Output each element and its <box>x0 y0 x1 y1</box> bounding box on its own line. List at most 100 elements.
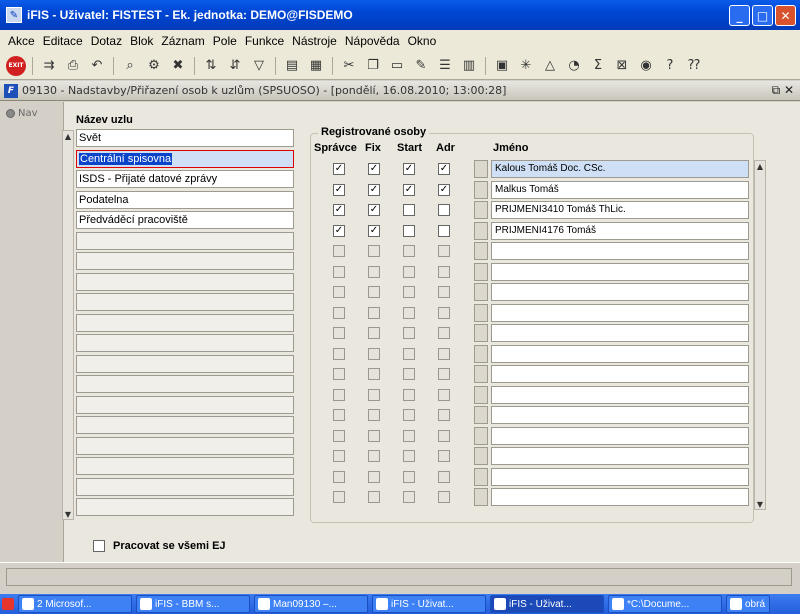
adr-checkbox[interactable] <box>438 450 450 462</box>
node-row[interactable] <box>76 457 294 475</box>
spravce-checkbox[interactable] <box>333 388 345 401</box>
node-row[interactable] <box>76 395 294 414</box>
node-row[interactable] <box>76 293 294 311</box>
menu-zaznam[interactable]: Záznam <box>157 34 208 48</box>
excel-icon[interactable]: ⊠ <box>612 56 632 76</box>
all-units-checkbox[interactable] <box>93 540 105 552</box>
settings-icon[interactable]: ✳ <box>516 56 536 76</box>
nodes-scrollbar[interactable]: ▲ ▼ <box>62 130 74 520</box>
row-selector[interactable] <box>474 488 488 506</box>
person-name-field[interactable]: Malkus Tomáš <box>491 180 749 199</box>
help-icon[interactable]: ? <box>660 56 680 76</box>
spravce-checkbox[interactable] <box>333 327 345 339</box>
start-checkbox[interactable] <box>403 204 415 216</box>
warning-icon[interactable]: △ <box>540 56 560 76</box>
scroll-down-icon[interactable]: ▼ <box>755 499 765 509</box>
person-name-field[interactable] <box>491 467 749 486</box>
person-name-field[interactable] <box>491 344 749 363</box>
print-icon[interactable]: ⎙ <box>63 56 83 76</box>
menu-editace[interactable]: Editace <box>39 34 87 48</box>
person-name-field[interactable] <box>491 488 749 506</box>
row-selector[interactable] <box>474 324 488 342</box>
fix-checkbox[interactable] <box>368 265 380 278</box>
fix-checkbox[interactable] <box>368 245 380 257</box>
person-name-field[interactable] <box>491 303 749 322</box>
spravce-checkbox[interactable] <box>333 347 345 360</box>
sum-icon[interactable]: Σ <box>588 56 608 76</box>
adr-checkbox[interactable]: ✓ <box>438 183 450 196</box>
fix-checkbox[interactable] <box>368 347 380 360</box>
node-row[interactable]: Podatelna <box>76 190 294 209</box>
taskbar-item[interactable]: iFIS - Uživat... <box>490 595 604 613</box>
start-checkbox[interactable] <box>403 327 415 339</box>
taskbar-item[interactable]: iFIS - BBM s... <box>136 595 250 613</box>
row-selector[interactable] <box>474 221 488 240</box>
menu-pole[interactable]: Pole <box>209 34 241 48</box>
fix-checkbox[interactable] <box>368 429 380 442</box>
adr-checkbox[interactable] <box>438 470 450 483</box>
spravce-checkbox[interactable] <box>333 491 345 503</box>
fix-checkbox[interactable]: ✓ <box>368 224 380 237</box>
start-checkbox[interactable] <box>403 265 415 278</box>
adr-checkbox[interactable] <box>438 388 450 401</box>
start-checkbox[interactable] <box>403 368 415 380</box>
fix-checkbox[interactable] <box>368 450 380 462</box>
row-selector[interactable] <box>474 160 488 178</box>
spravce-checkbox[interactable]: ✓ <box>333 163 345 175</box>
start-checkbox[interactable] <box>403 491 415 503</box>
fix-checkbox[interactable] <box>368 306 380 319</box>
person-name-field[interactable] <box>491 262 749 281</box>
fix-checkbox[interactable]: ✓ <box>368 183 380 196</box>
web-icon[interactable]: ◉ <box>636 56 656 76</box>
node-row[interactable] <box>76 436 294 455</box>
close-button[interactable]: ✕ <box>775 5 796 26</box>
fix-checkbox[interactable] <box>368 286 380 298</box>
fix-checkbox[interactable] <box>368 470 380 483</box>
exit-button[interactable]: EXIT <box>6 55 26 76</box>
start-checkbox[interactable] <box>403 388 415 401</box>
undo-icon[interactable]: ↶ <box>87 56 107 76</box>
edit-icon[interactable]: ✎ <box>411 56 431 76</box>
node-row[interactable] <box>76 354 294 373</box>
start-checkbox[interactable] <box>403 429 415 442</box>
fix-checkbox[interactable]: ✓ <box>368 163 380 175</box>
spravce-checkbox[interactable] <box>333 450 345 462</box>
fix-checkbox[interactable] <box>368 327 380 339</box>
adr-checkbox[interactable] <box>438 286 450 298</box>
person-name-field[interactable] <box>491 324 749 342</box>
start-checkbox[interactable] <box>403 470 415 483</box>
maximize-button[interactable]: □ <box>752 5 773 26</box>
all-units-option[interactable]: Pracovat se všemi EJ <box>93 540 226 552</box>
node-row[interactable] <box>76 477 294 496</box>
person-name-field[interactable] <box>491 385 749 404</box>
start-checkbox[interactable]: ✓ <box>403 163 415 175</box>
sort-desc-icon[interactable]: ⇵ <box>225 56 245 76</box>
start-checkbox[interactable] <box>403 306 415 319</box>
context-help-icon[interactable]: ⁇ <box>684 56 704 76</box>
row-selector[interactable] <box>474 262 488 281</box>
start-icon[interactable] <box>2 598 14 610</box>
row-selector[interactable] <box>474 344 488 363</box>
menu-napoveda[interactable]: Nápověda <box>341 34 404 48</box>
person-name-field[interactable]: PRIJMENI4176 Tomáš <box>491 221 749 240</box>
new-record-icon[interactable]: ▣ <box>492 56 512 76</box>
sort-asc-icon[interactable]: ⇅ <box>201 56 221 76</box>
person-name-field[interactable]: PRIJMENI3410 Tomáš ThLic. <box>491 201 749 219</box>
person-name-field[interactable] <box>491 426 749 445</box>
paste-icon[interactable]: ▭ <box>387 56 407 76</box>
print-preview-icon[interactable]: ▤ <box>282 56 302 76</box>
adr-checkbox[interactable] <box>438 245 450 257</box>
row-selector[interactable] <box>474 180 488 199</box>
node-row[interactable] <box>76 252 294 270</box>
fix-checkbox[interactable] <box>368 368 380 380</box>
spravce-checkbox[interactable] <box>333 429 345 442</box>
taskbar-item[interactable]: iFIS - Uživat... <box>372 595 486 613</box>
node-row[interactable] <box>76 231 294 250</box>
start-checkbox[interactable] <box>403 450 415 462</box>
row-selector[interactable] <box>474 303 488 322</box>
person-name-field[interactable] <box>491 406 749 424</box>
cut-icon[interactable]: ✂ <box>339 56 359 76</box>
spravce-checkbox[interactable]: ✓ <box>333 204 345 216</box>
spravce-checkbox[interactable]: ✓ <box>333 183 345 196</box>
calculator-icon[interactable]: ◔ <box>564 56 584 76</box>
